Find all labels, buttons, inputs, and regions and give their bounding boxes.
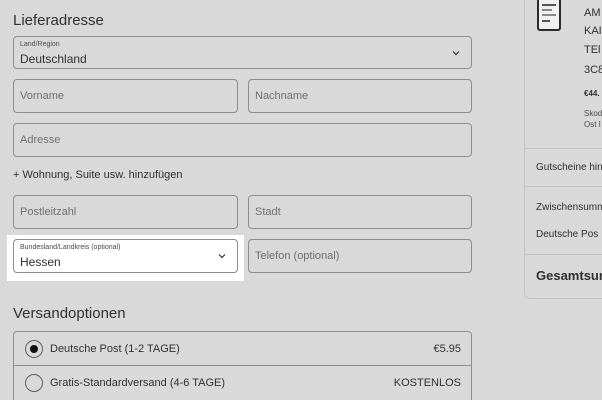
radio-unselected[interactable] <box>25 374 43 392</box>
last-name-input[interactable]: Nachname <box>248 79 472 113</box>
product-image <box>537 0 561 31</box>
city-input[interactable]: Stadt <box>248 195 472 229</box>
address-input[interactable]: Adresse <box>13 123 472 157</box>
chevron-down-icon <box>452 50 460 55</box>
product-variant-line-2: Ost I <box>584 120 601 129</box>
shipping-options-title: Versandoptionen <box>13 305 126 322</box>
shipping-option-price: KOSTENLOS <box>393 377 461 389</box>
postal-code-input[interactable]: Postleitzahl <box>13 195 238 229</box>
shipping-address-title: Lieferadresse <box>13 12 104 29</box>
product-title-line-2: KAI <box>584 25 602 37</box>
state-value: Hessen <box>20 255 61 269</box>
voucher-link[interactable]: Gutscheine hin <box>536 162 602 173</box>
last-name-placeholder: Nachname <box>255 90 309 102</box>
radio-selected[interactable] <box>25 340 43 358</box>
shipping-option-label: Gratis-Standardversand (4-6 TAGE) <box>50 377 226 389</box>
shipping-option-free-standard[interactable]: Gratis-Standardversand (4-6 TAGE) KOSTEN… <box>13 366 472 400</box>
total-label: Gesamtsur <box>536 268 602 283</box>
phone-input[interactable]: Telefon (optional) <box>248 239 472 273</box>
shipping-option-price: €5.95 <box>433 342 461 355</box>
city-placeholder: Stadt <box>255 206 281 218</box>
subtotal-label: Zwischensumm <box>536 202 602 213</box>
state-select[interactable]: Bundesland/Landkreis (optional) Hessen <box>13 239 238 273</box>
country-label: Land/Region <box>20 41 60 48</box>
country-select[interactable]: Land/Region Deutschland <box>13 36 472 69</box>
shipping-option-label: Deutsche Post (1-2 TAGE) <box>50 342 180 355</box>
product-price: €44. <box>584 89 600 98</box>
chevron-down-icon <box>218 254 226 259</box>
divider <box>525 186 602 187</box>
first-name-placeholder: Vorname <box>20 90 65 102</box>
shipping-cost-label: Deutsche Pos <box>536 229 599 240</box>
product-title-line-3: TEl <box>584 44 601 56</box>
address-placeholder: Adresse <box>20 134 61 146</box>
product-variant-line-1: Skod <box>584 109 602 118</box>
first-name-input[interactable]: Vorname <box>13 79 238 113</box>
phone-placeholder: Telefon (optional) <box>255 250 340 262</box>
product-title-line-4: 3C8 <box>584 64 602 76</box>
divider <box>525 148 602 149</box>
country-value: Deutschland <box>20 52 87 66</box>
state-label: Bundesland/Landkreis (optional) <box>20 244 121 251</box>
order-summary-panel: AM KAI TEl 3C8 €44. Skod Ost I Gutschein… <box>524 0 602 299</box>
divider <box>525 254 602 255</box>
postal-code-placeholder: Postleitzahl <box>20 206 77 218</box>
product-title-line-1: AM <box>584 7 601 19</box>
add-apartment-link[interactable]: + Wohnung, Suite usw. hinzufügen <box>13 169 183 181</box>
shipping-option-deutsche-post[interactable]: Deutsche Post (1-2 TAGE) €5.95 <box>13 331 472 366</box>
